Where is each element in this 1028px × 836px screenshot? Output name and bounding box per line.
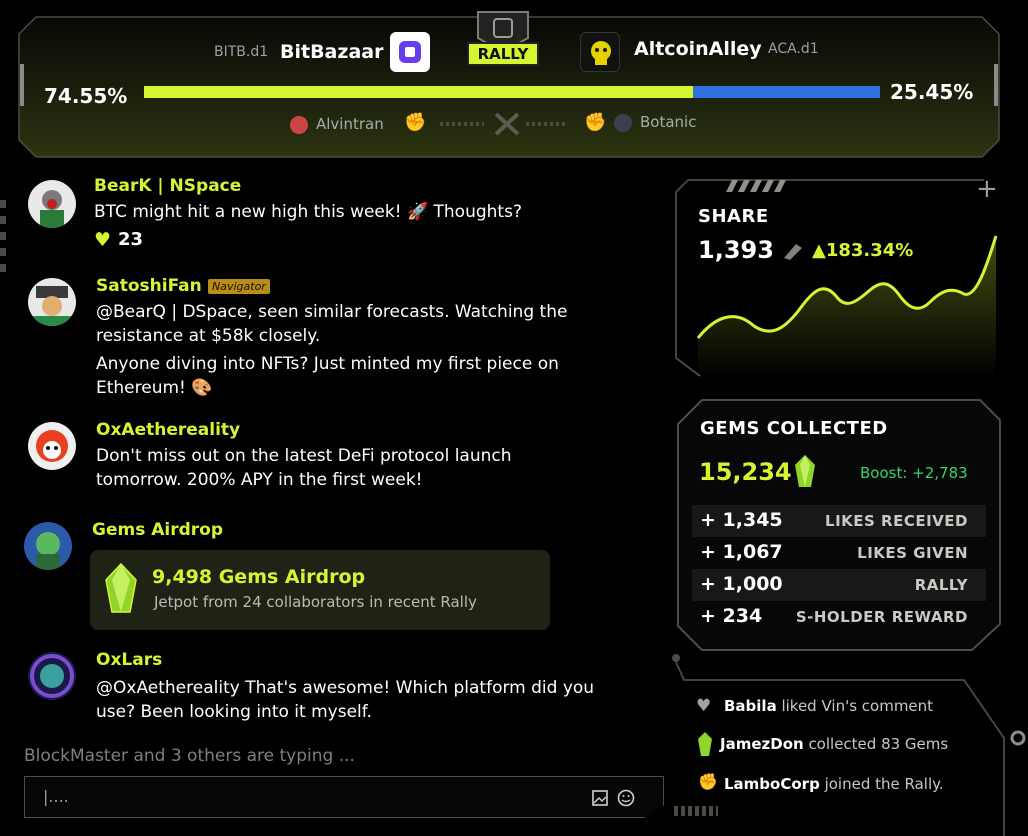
- rally-progress-fill: [144, 86, 693, 98]
- share-value: 1,393: [698, 236, 774, 264]
- left-player-name[interactable]: Alvintran: [316, 115, 384, 133]
- message-text: Don't miss out on the latest DeFi protoc…: [96, 446, 512, 466]
- gem-stat-row: + 234 S-HOLDER REWARD: [692, 601, 986, 633]
- right-fist-icon: ✊: [584, 112, 607, 133]
- gem-stat-value: + 1,345: [700, 509, 783, 531]
- rally-badge: RALLY: [467, 42, 539, 66]
- avatar[interactable]: [24, 522, 72, 570]
- avatar[interactable]: [28, 278, 76, 326]
- username[interactable]: SatoshiFan: [96, 276, 202, 296]
- gem-stat-row: + 1,345 LIKES RECEIVED: [692, 505, 986, 537]
- chat-input[interactable]: |....: [24, 776, 664, 818]
- activity-actor[interactable]: LamboCorp: [724, 775, 820, 793]
- header-right-tick: [994, 64, 998, 106]
- botanic-avatar: [614, 114, 632, 132]
- gem-icon: [698, 732, 712, 756]
- message-text: BTC might hit a new high this week! 🚀 Th…: [94, 202, 522, 222]
- gem-icon: [105, 562, 137, 613]
- crossed-swords-icon: [440, 112, 568, 136]
- gem-stat-label: LIKES GIVEN: [857, 544, 968, 562]
- image-icon[interactable]: [591, 789, 609, 807]
- activity-text: liked Vin's comment: [776, 697, 934, 715]
- gem-stat-label: LIKES RECEIVED: [825, 512, 968, 530]
- emoji-icon[interactable]: [617, 789, 635, 807]
- typing-indicator: BlockMaster and 3 others are typing ...: [24, 746, 355, 766]
- heart-icon[interactable]: ♥: [94, 229, 111, 251]
- left-team-name[interactable]: BitBazaar: [280, 41, 383, 63]
- header-left-tick: [20, 64, 24, 106]
- activity-item: Babila liked Vin's comment: [724, 697, 933, 715]
- activity-item: LamboCorp joined the Rally.: [724, 775, 944, 793]
- gems-total: 15,234: [699, 458, 792, 486]
- gem-stat-row: + 1,067 LIKES GIVEN: [692, 537, 986, 569]
- message-text: tomorrow. 200% APY in the first week!: [96, 470, 423, 490]
- gem-stat-label: RALLY: [914, 576, 968, 594]
- avatar[interactable]: [28, 422, 76, 470]
- bitbazaar-logo-icon: [390, 32, 430, 72]
- message-text: use? Been looking into it myself.: [96, 702, 372, 722]
- scroll-markers: [0, 200, 6, 280]
- airdrop-subtitle: Jetpot from 24 collaborators in recent R…: [154, 593, 477, 611]
- activity-text: collected 83 Gems: [803, 735, 949, 753]
- username[interactable]: Gems Airdrop: [92, 520, 223, 540]
- message-text: Ethereum! 🎨: [96, 378, 213, 398]
- gem-icon: [795, 455, 815, 487]
- gem-stat-value: + 234: [700, 605, 763, 627]
- right-team-name[interactable]: AltcoinAlley: [634, 38, 762, 60]
- left-team-percent: 74.55%: [44, 84, 128, 108]
- chat-input-value[interactable]: |....: [43, 787, 69, 806]
- activity-item: JamezDon collected 83 Gems: [720, 735, 948, 753]
- alvintran-avatar: [290, 116, 308, 134]
- message-text: Anyone diving into NFTs? Just minted my …: [96, 354, 559, 374]
- heart-icon: ♥: [696, 696, 712, 716]
- altcoinalley-logo-icon: [580, 32, 620, 72]
- right-team-tag: ACA.d1: [768, 41, 819, 57]
- message-text: resistance at $58k closely.: [96, 326, 321, 346]
- fist-icon: ✊: [698, 772, 718, 791]
- message-text: @BearQ | DSpace, seen similar forecasts.…: [96, 302, 568, 322]
- gem-stat-label: S-HOLDER REWARD: [795, 608, 968, 626]
- left-fist-icon: ✊: [404, 112, 427, 133]
- left-team-tag: BITB.d1: [214, 44, 269, 60]
- right-player-name[interactable]: Botanic: [640, 113, 696, 131]
- activity-text: joined the Rally.: [819, 775, 944, 793]
- activity-actor[interactable]: Babila: [724, 697, 777, 715]
- like-count: 23: [118, 229, 144, 250]
- gems-boost: Boost: +2,783: [860, 464, 968, 482]
- share-title: SHARE: [698, 206, 769, 227]
- username[interactable]: BearK | NSpace: [94, 176, 241, 196]
- right-team-percent: 25.45%: [890, 80, 974, 104]
- username[interactable]: OxLars: [96, 650, 162, 670]
- navigator-badge: Navigator: [208, 279, 270, 294]
- avatar[interactable]: [28, 652, 76, 700]
- rally-progress-bar: [144, 86, 880, 98]
- share-change: ▲183.34%: [812, 240, 914, 261]
- gem-stat-value: + 1,067: [700, 541, 783, 563]
- gem-stat-row: + 1,000 RALLY: [692, 569, 986, 601]
- avatar[interactable]: [28, 180, 76, 228]
- activity-actor[interactable]: JamezDon: [720, 735, 804, 753]
- airdrop-card[interactable]: 9,498 Gems Airdrop Jetpot from 24 collab…: [90, 550, 550, 630]
- share-edit-icon[interactable]: [782, 240, 804, 260]
- message-text: @OxAethereality That's awesome! Which pl…: [96, 678, 595, 698]
- username[interactable]: OxAethereality: [96, 420, 240, 440]
- gems-title: GEMS COLLECTED: [700, 418, 888, 439]
- rally-header: BITB.d1 BitBazaar RALLY AltcoinAlley ACA…: [18, 11, 1000, 158]
- airdrop-title: 9,498 Gems Airdrop: [152, 566, 366, 588]
- gem-stat-value: + 1,000: [700, 573, 783, 595]
- add-icon[interactable]: +: [976, 174, 998, 204]
